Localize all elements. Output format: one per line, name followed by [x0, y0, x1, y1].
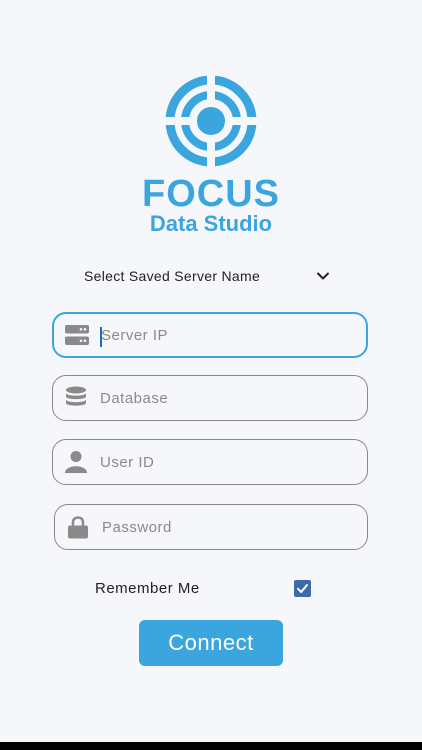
database-icon	[64, 386, 88, 410]
target-logo-icon	[152, 71, 270, 167]
checkmark-icon	[297, 583, 308, 593]
lock-icon	[66, 515, 90, 539]
remember-me-label: Remember Me	[95, 579, 200, 597]
text-caret	[100, 327, 102, 347]
database-input[interactable]	[100, 383, 367, 413]
database-field[interactable]	[52, 375, 368, 421]
connect-button[interactable]: Connect	[139, 620, 283, 666]
remember-me-checkbox[interactable]	[294, 579, 311, 597]
login-screen: FOCUS Data Studio Select Saved Server Na…	[0, 0, 422, 742]
password-field[interactable]	[54, 504, 368, 550]
remember-me-row: Remember Me	[95, 577, 311, 599]
user-id-field[interactable]	[52, 439, 368, 485]
saved-server-select[interactable]: Select Saved Server Name	[84, 262, 330, 290]
chevron-down-icon[interactable]	[316, 269, 330, 283]
server-icon	[65, 323, 89, 347]
saved-server-select-label: Select Saved Server Name	[84, 268, 261, 284]
password-input[interactable]	[102, 512, 367, 542]
user-icon	[64, 450, 88, 474]
server-ip-field[interactable]	[52, 312, 368, 358]
user-id-input[interactable]	[100, 447, 367, 477]
brand-subtitle: Data Studio	[149, 211, 273, 236]
server-ip-input[interactable]	[101, 320, 366, 350]
